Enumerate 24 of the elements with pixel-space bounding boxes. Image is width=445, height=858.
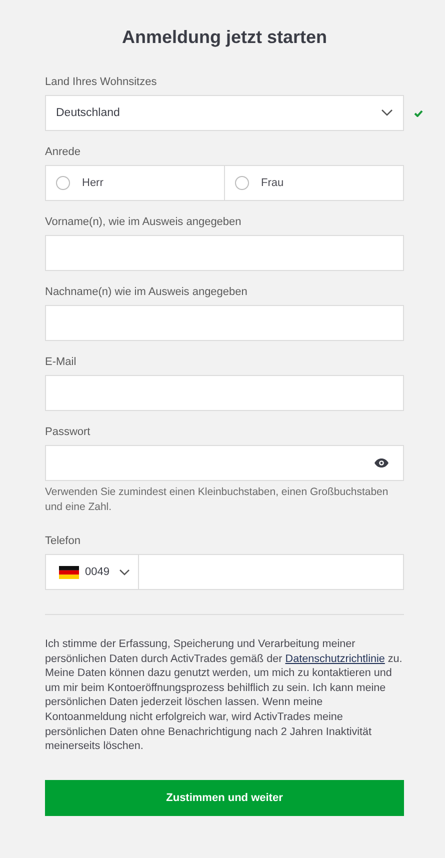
form-title: Anmeldung jetzt starten xyxy=(120,27,328,48)
password-field[interactable] xyxy=(45,445,404,481)
radio-option[interactable]: Herr xyxy=(45,165,225,201)
field-label: Vorname(n), wie im Ausweis angegeben xyxy=(45,216,242,229)
radio-button[interactable] xyxy=(56,176,70,190)
radio-button[interactable] xyxy=(235,176,249,190)
password-hint: Verwenden Sie zumindest einen Kleinbuchstaben, einen Großbuchstaben und eine Zahl. xyxy=(45,485,390,515)
privacy-policy-link[interactable]: Datenschutzrichtlinie xyxy=(285,652,385,665)
consent-text: Ich stimme der Erfassung, Speicherung und Verarbeitung meiner persönlichen Daten durch ActivTrades gemäß der Datenschutzrichtlinie zu. Meine Daten können dazu genutzt werden, um mich zu kontaktieren und um mir beim Kontoeröffnungsprozess behilflich zu sein. Ich kann meine persönlichen Daten jederzeit löschen lassen. Wenn meine Kontoanmeldung nicht erfolgreich war, wird ActivTrades meine persönlichen Daten ohne Benachrichtigung nach 2 Jahren Inaktivität meinerseits löschen. xyxy=(45,637,404,754)
text-field[interactable] xyxy=(45,305,404,341)
field-label: Land Ihres Wohnsitzes xyxy=(45,76,158,89)
field-label: Passwort xyxy=(45,426,92,439)
field-label: E-Mail xyxy=(45,356,78,369)
chevron-down-icon xyxy=(381,109,393,117)
radio-option[interactable]: Frau xyxy=(225,165,404,201)
field-label: Telefon xyxy=(45,535,82,548)
radio-label: Frau xyxy=(261,177,284,189)
text-field[interactable] xyxy=(45,375,404,411)
field-label: Nachname(n) wie im Ausweis angegeben xyxy=(45,286,248,299)
eye-icon[interactable] xyxy=(374,458,389,468)
field-label: Anrede xyxy=(45,146,82,159)
radio-label: Herr xyxy=(82,177,104,189)
country-select[interactable]: Deutschland xyxy=(45,95,404,131)
text-field[interactable] xyxy=(45,235,404,271)
